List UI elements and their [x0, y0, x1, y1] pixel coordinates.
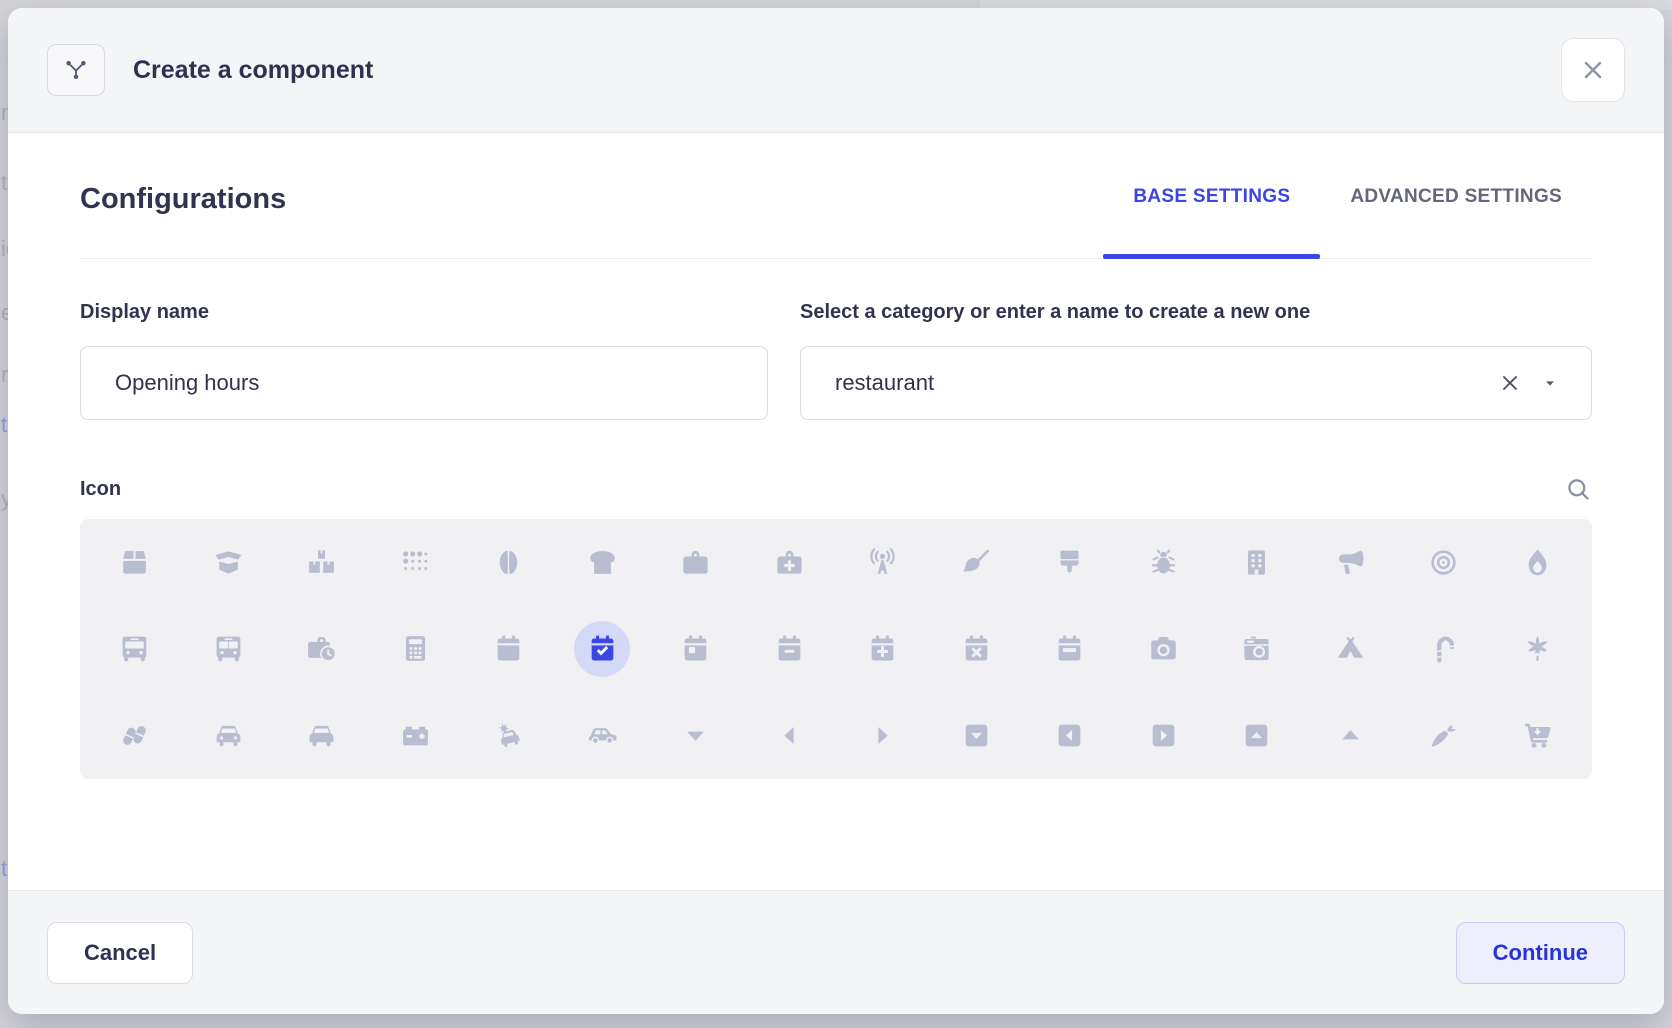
campground-icon[interactable]	[1322, 621, 1378, 677]
bug-icon[interactable]	[1135, 534, 1191, 590]
building-icon[interactable]	[1229, 534, 1285, 590]
category-combobox	[800, 346, 1592, 420]
cart-arrow-down-icon[interactable]	[1509, 708, 1565, 764]
calendar-check-icon[interactable]	[574, 621, 630, 677]
brush-icon[interactable]	[1042, 534, 1098, 590]
car-side-icon[interactable]	[574, 708, 630, 764]
caret-square-right-icon[interactable]	[1135, 708, 1191, 764]
cancel-button[interactable]: Cancel	[47, 922, 193, 984]
clear-icon[interactable]	[1498, 371, 1522, 395]
camera-retro-icon[interactable]	[1229, 621, 1285, 677]
icon-grid	[80, 519, 1592, 779]
background-text-fragment: r	[1, 362, 8, 388]
background-text-fragment: e	[1, 300, 8, 326]
camera-icon[interactable]	[1135, 621, 1191, 677]
tab-bar: BASE SETTINGS ADVANCED SETTINGS	[1103, 186, 1592, 258]
tab-advanced-settings[interactable]: ADVANCED SETTINGS	[1320, 186, 1592, 258]
background-text-fragment: t	[1, 412, 7, 438]
brain-icon[interactable]	[481, 534, 537, 590]
background-text-fragment: y	[1, 486, 8, 512]
section-head: Configurations BASE SETTINGS ADVANCED SE…	[80, 183, 1592, 259]
create-component-modal: Create a component Configurations BASE S…	[8, 8, 1664, 1014]
modal-title: Create a component	[133, 56, 373, 85]
component-icon	[63, 57, 89, 83]
calculator-icon[interactable]	[387, 621, 443, 677]
braille-icon[interactable]	[387, 534, 443, 590]
form-fields: Display name Select a category or enter …	[80, 301, 1592, 420]
display-name-label: Display name	[80, 301, 768, 324]
caret-down-icon[interactable]	[668, 708, 724, 764]
calendar-icon[interactable]	[481, 621, 537, 677]
section-title: Configurations	[80, 183, 286, 258]
modal-header: Create a component	[8, 8, 1664, 133]
candy-cane-icon[interactable]	[1416, 621, 1472, 677]
caret-left-icon[interactable]	[761, 708, 817, 764]
display-name-field-group: Display name	[80, 301, 768, 420]
business-time-icon[interactable]	[294, 621, 350, 677]
car-battery-icon[interactable]	[387, 708, 443, 764]
cannabis-icon[interactable]	[1509, 621, 1565, 677]
icon-label: Icon	[80, 478, 121, 501]
box-icon[interactable]	[107, 534, 163, 590]
bullseye-icon[interactable]	[1416, 534, 1472, 590]
bread-slice-icon[interactable]	[574, 534, 630, 590]
bullhorn-icon[interactable]	[1322, 534, 1378, 590]
calendar-minus-icon[interactable]	[761, 621, 817, 677]
bus-icon[interactable]	[107, 621, 163, 677]
car-crash-icon[interactable]	[481, 708, 537, 764]
category-input[interactable]	[800, 346, 1592, 420]
search-icon[interactable]	[1565, 476, 1592, 503]
modal-body: Configurations BASE SETTINGS ADVANCED SE…	[8, 183, 1664, 779]
car-icon[interactable]	[200, 708, 256, 764]
calendar-plus-icon[interactable]	[855, 621, 911, 677]
close-button[interactable]	[1561, 38, 1625, 102]
background-text-fragments: nticertyt	[0, 0, 8, 1028]
caret-square-up-icon[interactable]	[1229, 708, 1285, 764]
car-alt-icon[interactable]	[294, 708, 350, 764]
briefcase-icon[interactable]	[668, 534, 724, 590]
burn-icon[interactable]	[1509, 534, 1565, 590]
briefcase-medical-icon[interactable]	[761, 534, 817, 590]
caret-square-left-icon[interactable]	[1042, 708, 1098, 764]
caret-right-icon[interactable]	[855, 708, 911, 764]
continue-button[interactable]: Continue	[1456, 922, 1625, 984]
caret-up-icon[interactable]	[1322, 708, 1378, 764]
capsules-icon[interactable]	[107, 708, 163, 764]
caret-square-down-icon[interactable]	[948, 708, 1004, 764]
close-icon	[1580, 57, 1606, 83]
caret-down-icon[interactable]	[1542, 375, 1558, 391]
icon-picker-head: Icon	[80, 476, 1592, 503]
component-icon-badge	[47, 44, 105, 96]
modal-footer: Cancel Continue	[8, 890, 1664, 1014]
background-text-fragment: t	[1, 856, 7, 882]
box-open-icon[interactable]	[200, 534, 256, 590]
background-text-fragment: t	[1, 170, 7, 196]
carrot-icon[interactable]	[1416, 708, 1472, 764]
background-text-fragment: n	[1, 100, 8, 126]
calendar-times-icon[interactable]	[948, 621, 1004, 677]
category-label: Select a category or enter a name to cre…	[800, 301, 1592, 324]
calendar-day-icon[interactable]	[668, 621, 724, 677]
bus-alt-icon[interactable]	[200, 621, 256, 677]
display-name-input[interactable]	[80, 346, 768, 420]
background-text-fragment: ic	[1, 236, 8, 262]
category-field-group: Select a category or enter a name to cre…	[800, 301, 1592, 420]
calendar-week-icon[interactable]	[1042, 621, 1098, 677]
broadcast-tower-icon[interactable]	[855, 534, 911, 590]
tab-base-settings[interactable]: BASE SETTINGS	[1103, 186, 1320, 258]
broom-icon[interactable]	[948, 534, 1004, 590]
boxes-icon[interactable]	[294, 534, 350, 590]
